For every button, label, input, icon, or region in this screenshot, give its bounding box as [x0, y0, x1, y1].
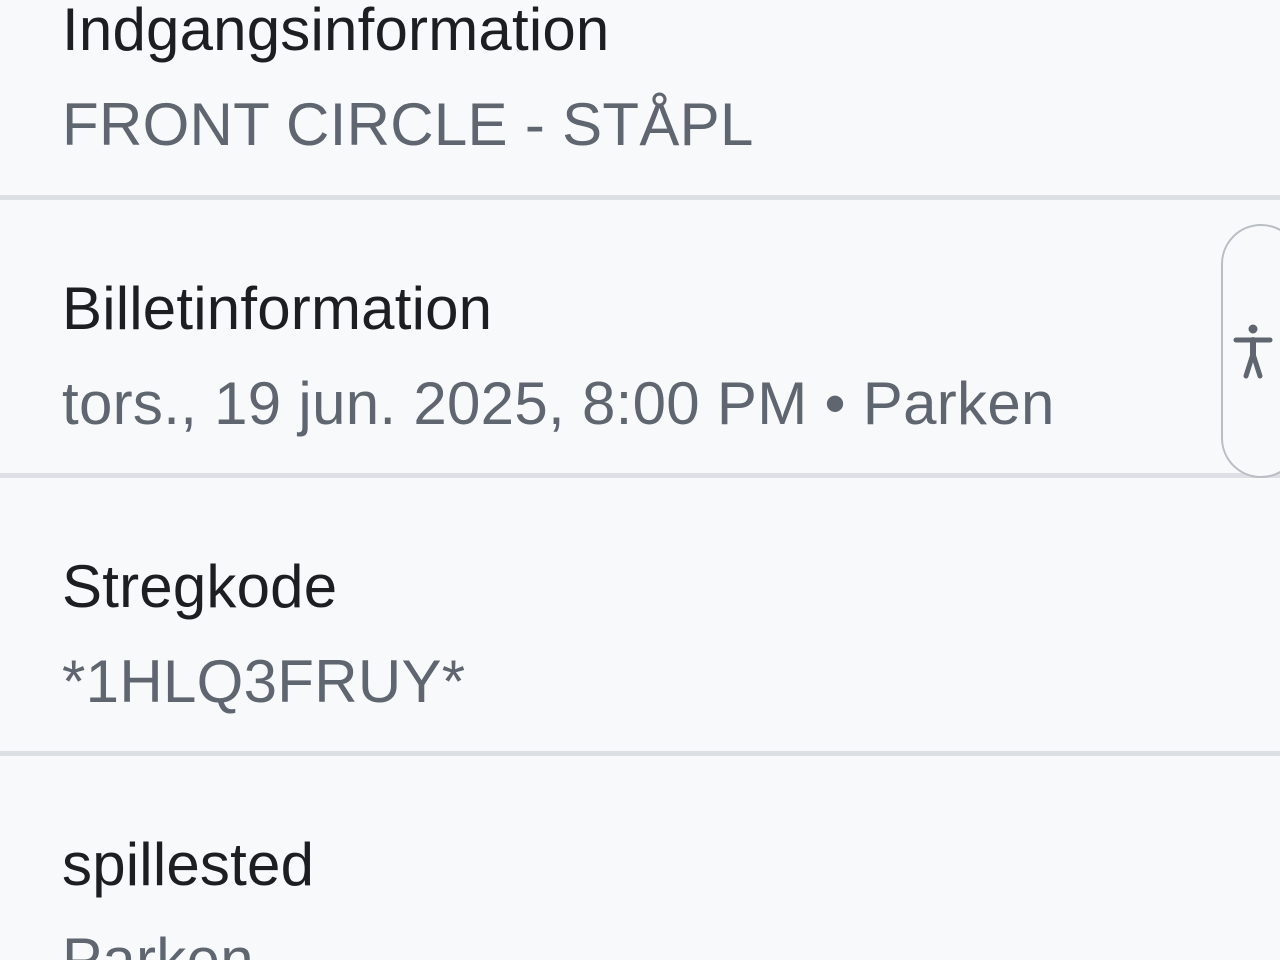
ticket-info-value: tors., 19 jun. 2025, 8:00 PM • Parken [62, 370, 1055, 437]
barcode-value: *1HLQ3FRUY* [62, 648, 466, 715]
barcode-label: Stregkode [62, 553, 338, 620]
entry-info-label: Indgangsinformation [62, 0, 610, 63]
venue-value: Parken [62, 926, 254, 960]
ticket-info-label: Billetinformation [62, 275, 493, 342]
section-entry-info: Indgangsinformation FRONT CIRCLE - STÅPL [0, 0, 1280, 197]
venue-label: spillested [62, 831, 315, 898]
accessibility-button[interactable] [1221, 224, 1280, 478]
accessibility-person-icon [1233, 324, 1273, 379]
ticket-details-page: Indgangsinformation FRONT CIRCLE - STÅPL… [0, 0, 1280, 960]
entry-info-value: FRONT CIRCLE - STÅPL [62, 91, 754, 158]
section-ticket-info: Billetinformation tors., 19 jun. 2025, 8… [0, 200, 1280, 475]
section-barcode: Stregkode *1HLQ3FRUY* [0, 478, 1280, 753]
section-venue: spillested Parken [0, 756, 1280, 960]
